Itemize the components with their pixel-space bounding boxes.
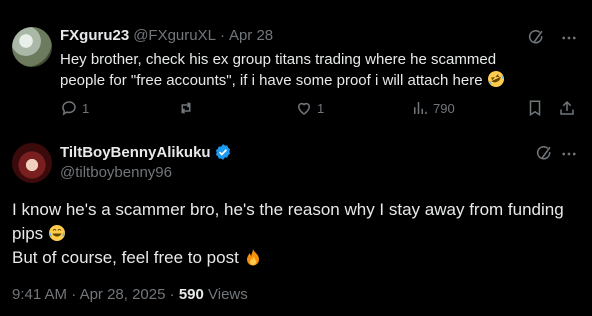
share-icon — [560, 100, 574, 115]
avatar[interactable] — [12, 27, 52, 67]
main-post-text: I know he's a scammer bro, he's the reas… — [12, 198, 582, 270]
reply-post-header: FXguru23 @FXguruXL · Apr 28 — [60, 27, 273, 44]
face-with-tears-of-joy-emoji — [48, 225, 65, 241]
views-button[interactable]: 790 — [411, 99, 455, 117]
repost-icon — [181, 102, 191, 114]
rolling-on-floor-laughing-emoji — [487, 71, 504, 87]
post-line-1: I know he's a scammer bro, he's the reas… — [12, 198, 582, 246]
reply-count: 1 — [82, 100, 90, 116]
reply-post-text: Hey brother, check his ex group titans t… — [60, 50, 540, 91]
reply-post[interactable]: FXguru23 @FXguruXL · Apr 28 Hey brother,… — [0, 0, 592, 130]
bookmark-icon — [529, 100, 541, 117]
post-line-2-text: But of course, feel free to post — [12, 248, 239, 267]
verified-badge-icon[interactable] — [214, 143, 232, 161]
meta-separator: · — [71, 286, 77, 303]
reply-button[interactable]: 1 — [60, 99, 89, 117]
author-name-row: TiltBoyBennyAlikuku — [60, 143, 232, 161]
post-line-1-text: I know he's a scammer bro, he's the reas… — [12, 200, 564, 243]
meta-separator: · — [169, 286, 175, 303]
post-date[interactable]: Apr 28 — [229, 27, 273, 44]
more-icon[interactable] — [560, 145, 578, 168]
views-label: Views — [208, 286, 248, 303]
main-post-header: TiltBoyBennyAlikuku @tiltboybenny96 — [60, 143, 232, 181]
analytics-icon — [414, 102, 427, 114]
post-meta: 9:41 AM · Apr 28, 2025 · 590 Views — [12, 286, 248, 303]
bookmark-button[interactable] — [526, 99, 544, 117]
share-button[interactable] — [558, 99, 576, 117]
author-handle[interactable]: @tiltboybenny96 — [60, 164, 232, 181]
grok-icon[interactable] — [527, 29, 545, 52]
views-count: 590 — [178, 286, 204, 303]
post-date[interactable]: Apr 28, 2025 — [80, 286, 166, 303]
post-time[interactable]: 9:41 AM — [12, 286, 67, 303]
heart-icon — [297, 102, 311, 115]
like-count: 1 — [317, 100, 325, 116]
like-button[interactable]: 1 — [295, 99, 324, 117]
fire-emoji — [246, 249, 259, 266]
reply-post-actions: 1 1 790 — [60, 99, 580, 119]
post-line-2: But of course, feel free to post — [12, 246, 582, 270]
more-icon[interactable] — [560, 29, 578, 52]
author-handle[interactable]: @FXguruXL — [133, 27, 216, 44]
author-name[interactable]: TiltBoyBennyAlikuku — [60, 144, 211, 161]
author-name[interactable]: FXguru23 — [60, 27, 129, 44]
repost-button[interactable] — [177, 99, 199, 117]
separator: · — [219, 27, 225, 44]
grok-icon[interactable] — [535, 145, 553, 168]
avatar[interactable] — [12, 143, 52, 183]
reply-text-content: Hey brother, check his ex group titans t… — [60, 51, 497, 89]
reply-icon — [62, 101, 76, 116]
view-count: 790 — [433, 100, 455, 116]
